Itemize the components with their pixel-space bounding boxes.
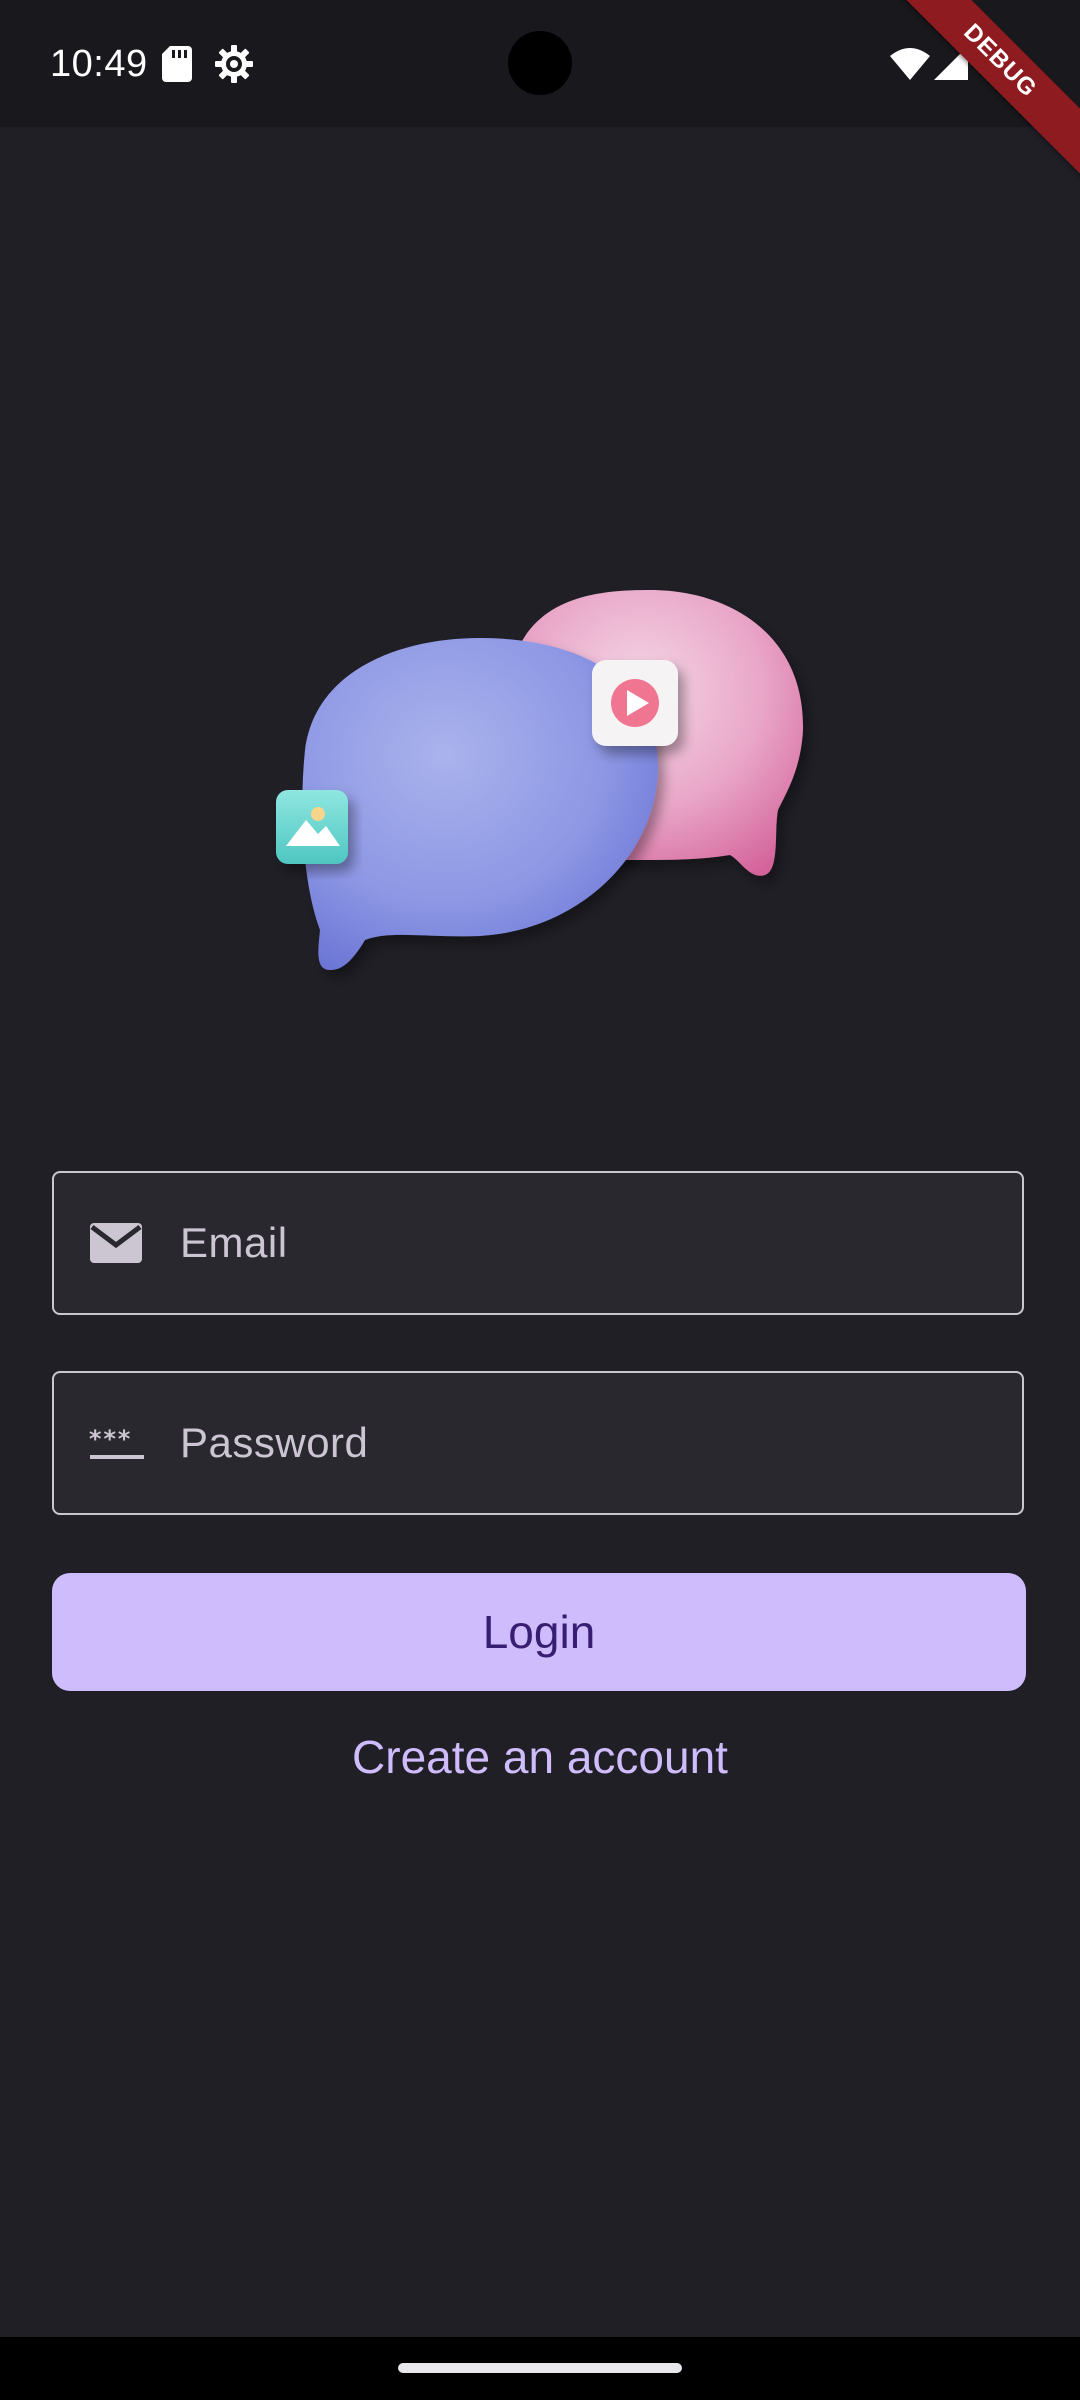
sd-card-icon — [162, 46, 192, 82]
login-button[interactable]: Login — [52, 1573, 1026, 1691]
debug-banner: DEBUG — [877, 0, 1080, 184]
status-bar: 10:49 DEBUG — [0, 0, 1080, 184]
email-placeholder: Email — [180, 1219, 288, 1266]
home-gesture-handle[interactable] — [398, 2363, 682, 2373]
password-placeholder: Password — [180, 1419, 369, 1466]
play-badge-icon — [592, 660, 678, 746]
create-account-link[interactable]: Create an account — [0, 1727, 1080, 1787]
password-field[interactable]: *** Password — [52, 1371, 1024, 1515]
camera-cutout — [508, 31, 572, 95]
email-field[interactable]: Email — [52, 1171, 1024, 1315]
mail-icon — [90, 1223, 142, 1263]
settings-gear-icon — [215, 45, 253, 83]
status-time: 10:49 — [50, 43, 148, 85]
wifi-icon — [890, 48, 930, 80]
svg-text:***: *** — [88, 1425, 131, 1453]
image-tile-icon — [276, 790, 348, 864]
login-screen: 10:49 DEBUG Email *** Password Login Cre… — [0, 0, 1080, 2400]
password-icon: *** — [88, 1425, 144, 1459]
chat-bubbles-illustration — [276, 590, 804, 970]
